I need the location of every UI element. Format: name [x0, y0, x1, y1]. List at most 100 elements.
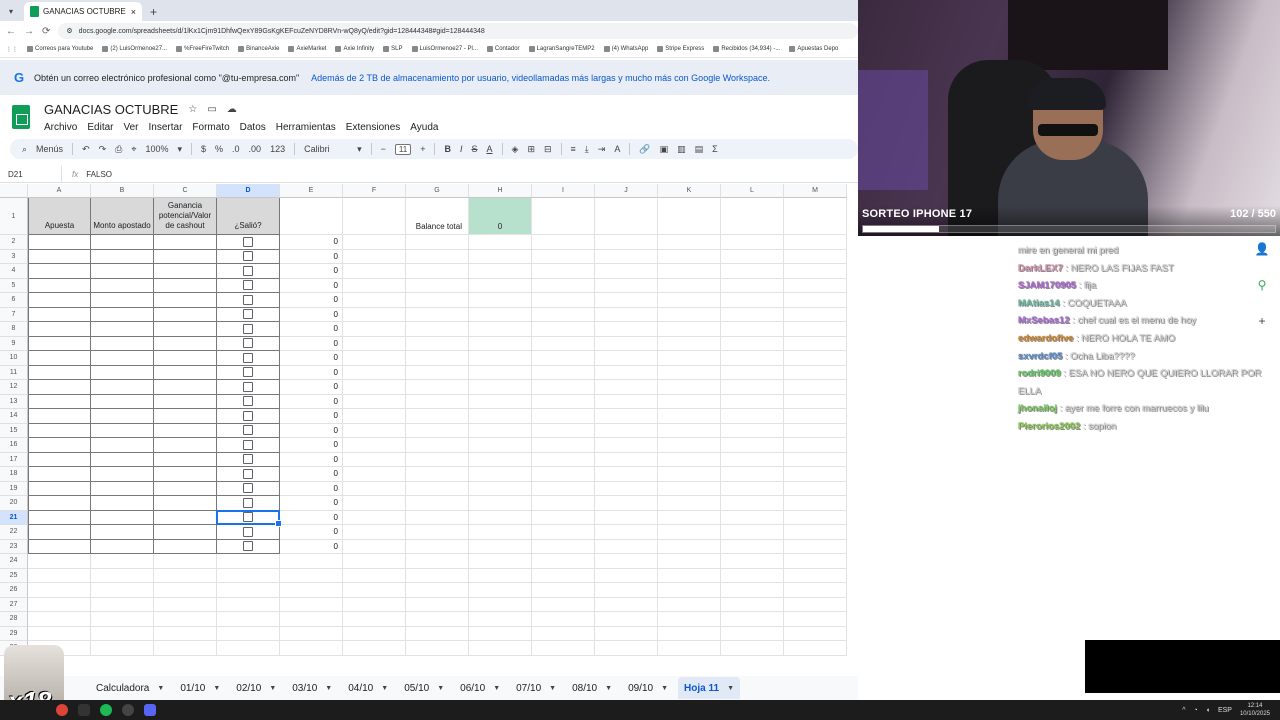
- cell[interactable]: [406, 394, 469, 409]
- menu-item[interactable]: Editar: [87, 122, 113, 133]
- result-cell[interactable]: 0: [280, 278, 343, 293]
- cell[interactable]: [658, 365, 721, 380]
- cell[interactable]: [784, 307, 847, 322]
- result-cell[interactable]: 0: [280, 423, 343, 438]
- chat-username[interactable]: rodri9009: [1018, 368, 1061, 379]
- cell[interactable]: [658, 568, 721, 583]
- cell[interactable]: [91, 336, 154, 351]
- bookmark-item[interactable]: Contador: [486, 46, 520, 52]
- checkbox-cell[interactable]: [217, 264, 280, 279]
- menu-item[interactable]: Extensiones: [346, 122, 400, 133]
- cell[interactable]: [28, 423, 91, 438]
- cell[interactable]: [721, 249, 784, 264]
- cell[interactable]: [469, 467, 532, 482]
- cell[interactable]: [343, 467, 406, 482]
- result-cell[interactable]: 0: [280, 235, 343, 250]
- cell[interactable]: [343, 264, 406, 279]
- cell[interactable]: [532, 626, 595, 641]
- cell[interactable]: [406, 597, 469, 612]
- cell[interactable]: [406, 235, 469, 250]
- cell[interactable]: [721, 322, 784, 337]
- insert-link-icon[interactable]: 🔗: [639, 144, 650, 155]
- checkbox-cell[interactable]: [217, 452, 280, 467]
- cell[interactable]: [532, 612, 595, 627]
- cell[interactable]: [154, 554, 217, 569]
- search-menus[interactable]: Menús: [36, 144, 63, 154]
- chevron-down-icon[interactable]: ▼: [661, 685, 668, 692]
- cell[interactable]: [343, 423, 406, 438]
- cell[interactable]: [28, 336, 91, 351]
- menu-item[interactable]: Archivo: [44, 122, 77, 133]
- result-cell[interactable]: 0: [280, 510, 343, 525]
- cell[interactable]: [91, 249, 154, 264]
- cell[interactable]: [532, 322, 595, 337]
- checkbox[interactable]: [243, 396, 253, 407]
- result-cell[interactable]: 0: [280, 249, 343, 264]
- cell[interactable]: [154, 641, 217, 656]
- browser-tab[interactable]: GANACIAS OCTUBRE - Hojas de cálculo ×: [24, 2, 142, 21]
- column-header[interactable]: F: [343, 184, 406, 198]
- cell[interactable]: [406, 452, 469, 467]
- cell[interactable]: [343, 409, 406, 424]
- cell[interactable]: [406, 249, 469, 264]
- add-addon-icon[interactable]: +: [1258, 314, 1265, 328]
- cell[interactable]: [469, 481, 532, 496]
- cell[interactable]: [406, 525, 469, 540]
- terminal-icon[interactable]: [78, 704, 90, 716]
- insert-chart-icon[interactable]: ▥: [677, 144, 686, 155]
- cell[interactable]: [721, 539, 784, 554]
- cell[interactable]: [784, 249, 847, 264]
- cell[interactable]: [469, 235, 532, 250]
- cell[interactable]: [532, 525, 595, 540]
- redo-icon[interactable]: ↷: [99, 144, 107, 155]
- cell[interactable]: [721, 293, 784, 308]
- checkbox-cell[interactable]: [217, 496, 280, 511]
- cell[interactable]: [280, 198, 343, 235]
- cell[interactable]: [721, 525, 784, 540]
- cell[interactable]: [343, 525, 406, 540]
- bookmark-item[interactable]: (2) LuisOrmenoe27...: [102, 46, 167, 52]
- chevron-down-icon[interactable]: ▼: [493, 685, 500, 692]
- cell[interactable]: [469, 554, 532, 569]
- result-cell[interactable]: 0: [280, 481, 343, 496]
- row-header[interactable]: 25: [0, 568, 28, 583]
- cell[interactable]: [154, 452, 217, 467]
- row-header[interactable]: 4: [0, 264, 28, 279]
- cell[interactable]: [469, 568, 532, 583]
- chat-username[interactable]: SJAM170905: [1018, 280, 1076, 291]
- cell[interactable]: [28, 351, 91, 366]
- cell[interactable]: [343, 307, 406, 322]
- cell[interactable]: [532, 198, 595, 235]
- cell[interactable]: [532, 293, 595, 308]
- checkbox[interactable]: [243, 541, 253, 552]
- cell[interactable]: [784, 380, 847, 395]
- row-header[interactable]: 13: [0, 394, 28, 409]
- cell[interactable]: [343, 481, 406, 496]
- cell[interactable]: [784, 510, 847, 525]
- cell[interactable]: [721, 264, 784, 279]
- star-icon[interactable]: ☆: [188, 104, 197, 115]
- cell[interactable]: [406, 438, 469, 453]
- checkbox-cell[interactable]: [217, 278, 280, 293]
- cell[interactable]: [721, 467, 784, 482]
- cell[interactable]: [343, 568, 406, 583]
- checkbox[interactable]: [243, 410, 253, 421]
- chat-username[interactable]: Pierorios2002: [1018, 421, 1080, 432]
- cell[interactable]: [532, 351, 595, 366]
- cell[interactable]: [532, 409, 595, 424]
- cell[interactable]: [658, 380, 721, 395]
- cell[interactable]: [343, 235, 406, 250]
- url-field[interactable]: ⚙ docs.google.com/spreadsheets/d/1lKx1Cj…: [58, 23, 858, 39]
- cell[interactable]: [469, 496, 532, 511]
- checkbox-cell[interactable]: [217, 481, 280, 496]
- row-header[interactable]: 20: [0, 496, 28, 511]
- tab-search-icon[interactable]: ▾: [4, 1, 18, 21]
- column-header[interactable]: M: [784, 184, 847, 198]
- cell[interactable]: [469, 583, 532, 598]
- chat-username[interactable]: DarkLEX7: [1018, 263, 1063, 274]
- cell[interactable]: [532, 438, 595, 453]
- cell[interactable]: [91, 525, 154, 540]
- cell[interactable]: [784, 423, 847, 438]
- cell[interactable]: [91, 293, 154, 308]
- cell[interactable]: [658, 351, 721, 366]
